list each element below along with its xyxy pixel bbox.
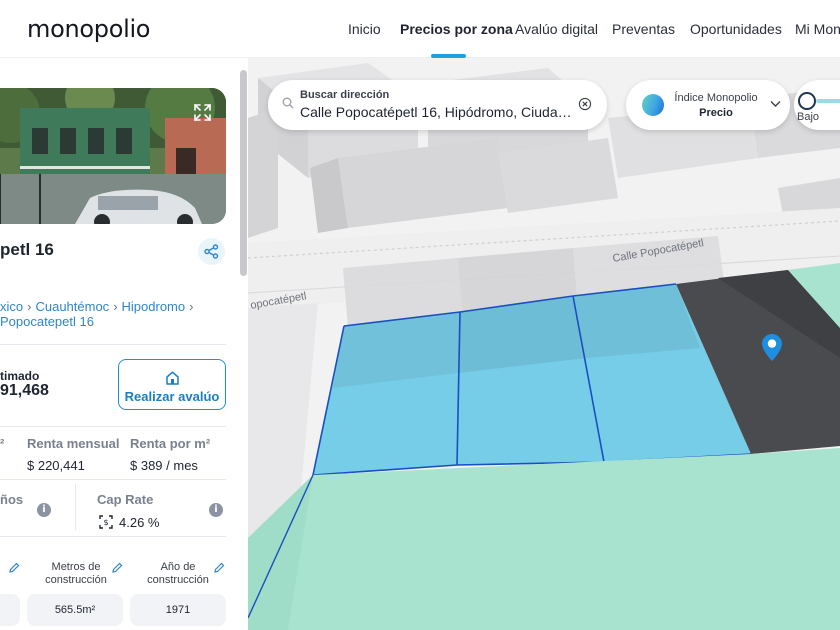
- renta-mensual-value: $ 220,441: [27, 458, 85, 473]
- index-color-icon: [642, 94, 664, 116]
- info-icon[interactable]: i: [209, 503, 223, 517]
- divider: [75, 484, 76, 530]
- divider: [0, 426, 226, 427]
- logo[interactable]: monopolio: [27, 15, 151, 43]
- nav-oportunidades[interactable]: Oportunidades: [690, 0, 782, 58]
- anio-construccion-value[interactable]: 1971: [130, 594, 226, 626]
- breadcrumb-separator: ›: [189, 299, 194, 314]
- breadcrumb: xico › Cuauhtémoc › Hipodromo › Popocatepetl …: [0, 299, 197, 329]
- edit-icon[interactable]: [112, 562, 123, 573]
- realizar-avaluo-label: Realizar avalúo: [124, 389, 220, 404]
- breadcrumb-separator: ›: [113, 299, 118, 314]
- stat-label-m2: ²: [0, 436, 5, 451]
- nav-precios-por-zona[interactable]: Precios por zona: [400, 0, 513, 58]
- cap-rate-value: 4.26 %: [119, 515, 160, 530]
- index-selector[interactable]: Índice Monopolio Precio: [626, 80, 790, 130]
- metros-construccion-label: Metros de construcción: [45, 561, 107, 586]
- edit-icon[interactable]: [214, 562, 225, 573]
- address-search-box[interactable]: Buscar dirección Calle Popocatépetl 16, …: [268, 80, 607, 130]
- estimate-value: 91,468: [0, 382, 49, 399]
- info-icon[interactable]: i: [37, 503, 51, 517]
- nav-mi-monopolio[interactable]: Mi Mono: [795, 0, 840, 58]
- search-icon: [282, 97, 294, 109]
- divider: [0, 536, 226, 537]
- scale-handle[interactable]: [798, 92, 816, 110]
- renta-m2-label: Renta por m²: [130, 436, 211, 451]
- breadcrumb-item[interactable]: Popocatepetl 16: [0, 314, 94, 329]
- search-input[interactable]: Calle Popocatépetl 16, Hipódromo, Ciudad…: [300, 104, 578, 120]
- map-view[interactable]: [248, 58, 840, 630]
- svg-text:$: $: [103, 518, 108, 527]
- nav-avaluo-digital[interactable]: Avalúo digital: [515, 0, 598, 58]
- divider: [0, 479, 226, 480]
- share-icon: [204, 244, 219, 259]
- breadcrumb-separator: ›: [27, 299, 32, 314]
- index-value: Precio: [699, 107, 733, 119]
- divider: [0, 344, 226, 345]
- search-label: Buscar dirección: [300, 89, 390, 101]
- property-title: petl 16: [0, 240, 54, 259]
- nav-inicio[interactable]: Inicio: [348, 0, 381, 58]
- cap-rate-label: Cap Rate: [97, 492, 154, 507]
- price-scale[interactable]: Bajo: [794, 80, 840, 130]
- metros-construccion-value[interactable]: 565.5m²: [27, 594, 123, 626]
- breadcrumb-item[interactable]: Cuauhtémoc: [35, 299, 109, 314]
- realizar-avaluo-button[interactable]: Realizar avalúo: [118, 359, 226, 410]
- home-icon: [166, 371, 179, 385]
- chevron-down-icon: [770, 101, 781, 107]
- renta-mensual-label: Renta mensual: [27, 436, 120, 451]
- scale-low-label: Bajo: [797, 111, 820, 123]
- anio-construccion-label: Año de construcción: [147, 561, 209, 586]
- panel-scrollbar[interactable]: [240, 70, 247, 276]
- detail-value-box[interactable]: [0, 594, 20, 626]
- anios-label: ños: [0, 492, 24, 507]
- top-navigation-bar: monopolio Inicio Precios por zona Avalúo…: [0, 0, 840, 58]
- edit-icon[interactable]: [9, 562, 20, 573]
- scale-track[interactable]: [816, 99, 840, 103]
- nav-preventas[interactable]: Preventas: [612, 0, 675, 58]
- property-panel: petl 16 xico › Cuauhtémoc › Hipodromo › Popoc…: [0, 58, 248, 630]
- estimate-label: timado: [0, 369, 40, 383]
- renta-m2-value: $ 389 / mes: [130, 458, 198, 473]
- map-3d-canvas[interactable]: [248, 58, 840, 630]
- index-label: Índice Monopolio: [674, 92, 758, 104]
- breadcrumb-item[interactable]: Hipodromo: [122, 299, 186, 314]
- share-button[interactable]: [198, 238, 225, 265]
- breadcrumb-item[interactable]: xico: [0, 299, 23, 314]
- scan-icon: $: [99, 515, 113, 529]
- clear-icon[interactable]: [578, 97, 592, 111]
- street-view-photo[interactable]: [0, 88, 226, 224]
- map-pin-icon[interactable]: [762, 334, 782, 361]
- expand-icon[interactable]: [194, 104, 211, 121]
